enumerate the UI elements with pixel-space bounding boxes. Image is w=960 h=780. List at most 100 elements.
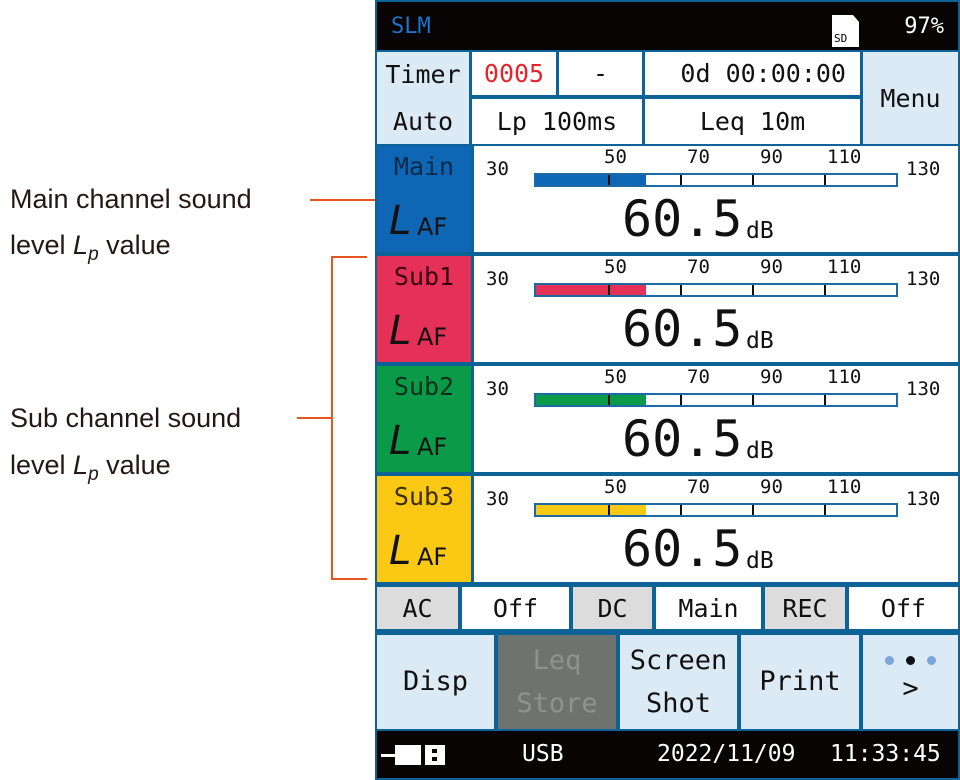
channel-tag[interactable]: Main L AF bbox=[377, 146, 471, 252]
dc-label: DC bbox=[573, 587, 652, 629]
level-bar-fill bbox=[536, 505, 646, 515]
screenshot-button[interactable]: Screen Shot bbox=[620, 635, 737, 729]
scale-min-label: 30 bbox=[486, 378, 509, 400]
scale-tick-label: 90 bbox=[760, 476, 783, 498]
scale-tick-label: 50 bbox=[604, 146, 627, 168]
channel-tag[interactable]: Sub1 L AF bbox=[377, 256, 471, 362]
elapsed-time: 0d 00:00:00 bbox=[645, 52, 860, 95]
scale-tick-label: 70 bbox=[687, 146, 710, 168]
ac-label: AC bbox=[377, 587, 458, 629]
timer-auto-button[interactable]: Timer Auto bbox=[377, 52, 469, 144]
bar-tick-mark bbox=[752, 175, 754, 185]
sound-level-unit: dB bbox=[746, 218, 774, 244]
bar-tick-mark bbox=[608, 505, 610, 515]
store-status: - bbox=[559, 52, 642, 95]
channel-tag[interactable]: Sub2 L AF bbox=[377, 366, 471, 472]
lp-interval: Lp 100ms bbox=[472, 99, 642, 144]
scale-tick-label: 110 bbox=[827, 476, 862, 498]
sound-level-unit: dB bbox=[746, 438, 774, 464]
sound-level-meter-screen: SLM SD 97% Timer Auto 0005 - 0d 00:00:00… bbox=[375, 0, 960, 780]
scale-tick-label: 70 bbox=[687, 256, 710, 278]
channel-row-sub2: Sub2 L AF 30 50 70 90 110 130 60.5 dB bbox=[377, 366, 958, 472]
level-panel: 30 50 70 90 110 130 60.5 dB bbox=[474, 146, 958, 252]
sound-level-value: 60.5 bbox=[622, 300, 743, 358]
level-bar bbox=[534, 173, 898, 187]
weighting-label: AF bbox=[417, 433, 448, 461]
scale-max-label: 130 bbox=[906, 488, 941, 510]
dc-output-value[interactable]: Main bbox=[656, 587, 761, 629]
sub-bracket-vertical bbox=[331, 256, 333, 580]
level-bar-fill bbox=[536, 395, 646, 405]
sub-bracket-bottom bbox=[331, 578, 367, 580]
bar-tick-mark bbox=[824, 505, 826, 515]
chevron-right-icon: > bbox=[902, 673, 919, 705]
scale-min-label: 30 bbox=[486, 268, 509, 290]
next-page-button[interactable]: > bbox=[863, 635, 958, 729]
channel-row-sub3: Sub3 L AF 30 50 70 90 110 130 60.5 dB bbox=[377, 476, 958, 582]
lp-symbol: L bbox=[389, 308, 412, 354]
lp-symbol: L bbox=[389, 198, 412, 244]
weighting-label: AF bbox=[417, 543, 448, 571]
scale-tick-label: 50 bbox=[604, 366, 627, 388]
sound-level-value: 60.5 bbox=[622, 190, 743, 248]
sound-level-value: 60.5 bbox=[622, 410, 743, 468]
page-indicator-dots bbox=[885, 653, 936, 667]
weighting-label: AF bbox=[417, 323, 448, 351]
time: 11:33:45 bbox=[830, 741, 941, 767]
bar-tick-mark bbox=[608, 395, 610, 405]
channel-row-sub1: Sub1 L AF 30 50 70 90 110 130 60.5 dB bbox=[377, 256, 958, 362]
scale-tick-label: 90 bbox=[760, 146, 783, 168]
bar-tick-mark bbox=[824, 175, 826, 185]
sub-annotation-line1: Sub channel sound bbox=[10, 403, 242, 433]
sound-level-unit: dB bbox=[746, 548, 774, 574]
level-panel: 30 50 70 90 110 130 60.5 dB bbox=[474, 256, 958, 362]
sound-level-unit: dB bbox=[746, 328, 774, 354]
app-title: SLM bbox=[391, 14, 431, 39]
level-bar bbox=[534, 283, 898, 297]
scale-tick-label: 110 bbox=[827, 256, 862, 278]
scale-max-label: 130 bbox=[906, 268, 941, 290]
scale-tick-label: 90 bbox=[760, 256, 783, 278]
channel-name: Sub3 bbox=[393, 482, 455, 511]
leq-interval: Leq 10m bbox=[645, 99, 860, 144]
bar-tick-mark bbox=[824, 285, 826, 295]
usb-plug-icon bbox=[381, 745, 445, 765]
scale-tick-label: 50 bbox=[604, 476, 627, 498]
disp-button[interactable]: Disp bbox=[377, 635, 494, 729]
ac-output-value[interactable]: Off bbox=[462, 587, 569, 629]
scale-tick-label: 70 bbox=[687, 476, 710, 498]
bar-tick-mark bbox=[752, 285, 754, 295]
channel-name: Sub1 bbox=[393, 262, 455, 291]
battery-level: 97% bbox=[904, 14, 944, 39]
bottom-status-bar: USB 2022/11/09 11:33:45 bbox=[377, 731, 958, 778]
scale-tick-label: 110 bbox=[827, 366, 862, 388]
bar-tick-mark bbox=[608, 285, 610, 295]
rec-value[interactable]: Off bbox=[849, 587, 958, 629]
bar-tick-mark bbox=[680, 285, 682, 295]
sub-leader-line bbox=[297, 417, 332, 419]
scale-tick-label: 110 bbox=[827, 146, 862, 168]
channel-tag[interactable]: Sub3 L AF bbox=[377, 476, 471, 582]
level-panel: 30 50 70 90 110 130 60.5 dB bbox=[474, 366, 958, 472]
main-annotation-line2: level Lp value bbox=[10, 230, 171, 265]
bar-tick-mark bbox=[680, 175, 682, 185]
store-counter: 0005 bbox=[472, 52, 556, 95]
usb-status: USB bbox=[522, 741, 564, 767]
scale-max-label: 130 bbox=[906, 158, 941, 180]
lp-symbol: L bbox=[389, 528, 412, 574]
menu-button[interactable]: Menu bbox=[863, 52, 958, 144]
bar-tick-mark bbox=[752, 505, 754, 515]
main-annotation-line1: Main channel sound bbox=[10, 184, 252, 214]
sub-bracket-top bbox=[331, 256, 367, 258]
scale-min-label: 30 bbox=[486, 488, 509, 510]
bar-tick-mark bbox=[680, 395, 682, 405]
scale-min-label: 30 bbox=[486, 158, 509, 180]
scale-tick-label: 50 bbox=[604, 256, 627, 278]
sub-annotation-line2: level Lp value bbox=[10, 450, 171, 485]
channel-name: Main bbox=[393, 152, 455, 181]
level-bar-fill bbox=[536, 285, 646, 295]
lp-symbol: L bbox=[389, 418, 412, 464]
channel-row-main: Main L AF 30 50 70 90 110 130 60.5 dB bbox=[377, 146, 958, 252]
channel-name: Sub2 bbox=[393, 372, 455, 401]
print-button[interactable]: Print bbox=[741, 635, 859, 729]
